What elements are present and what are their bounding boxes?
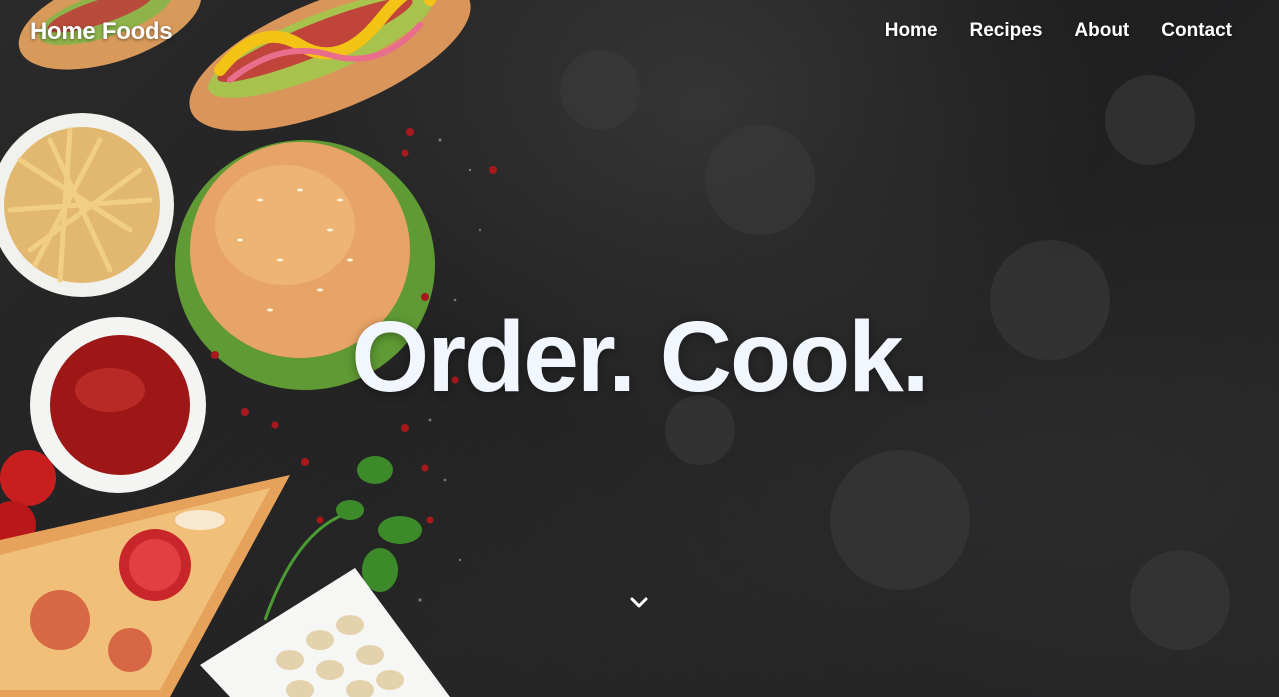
pistachio-plate	[200, 568, 450, 697]
top-navigation-bar: Home Foods Home Recipes About Contact	[0, 0, 1279, 64]
hero-headline: Order. Cook.	[351, 301, 929, 413]
nav-link-about[interactable]: About	[1074, 20, 1129, 42]
main-nav: Home Recipes About Contact	[885, 20, 1232, 42]
chevron-down-icon	[630, 597, 648, 608]
nav-link-home[interactable]: Home	[885, 20, 938, 42]
hero-section: Home Foods Home Recipes About Contact Or…	[0, 0, 1279, 697]
scroll-down-button[interactable]	[627, 592, 651, 614]
fries-bowl	[0, 113, 174, 297]
nav-link-contact[interactable]: Contact	[1161, 20, 1232, 42]
nav-link-recipes[interactable]: Recipes	[970, 20, 1043, 42]
site-logo[interactable]: Home Foods	[30, 18, 173, 46]
